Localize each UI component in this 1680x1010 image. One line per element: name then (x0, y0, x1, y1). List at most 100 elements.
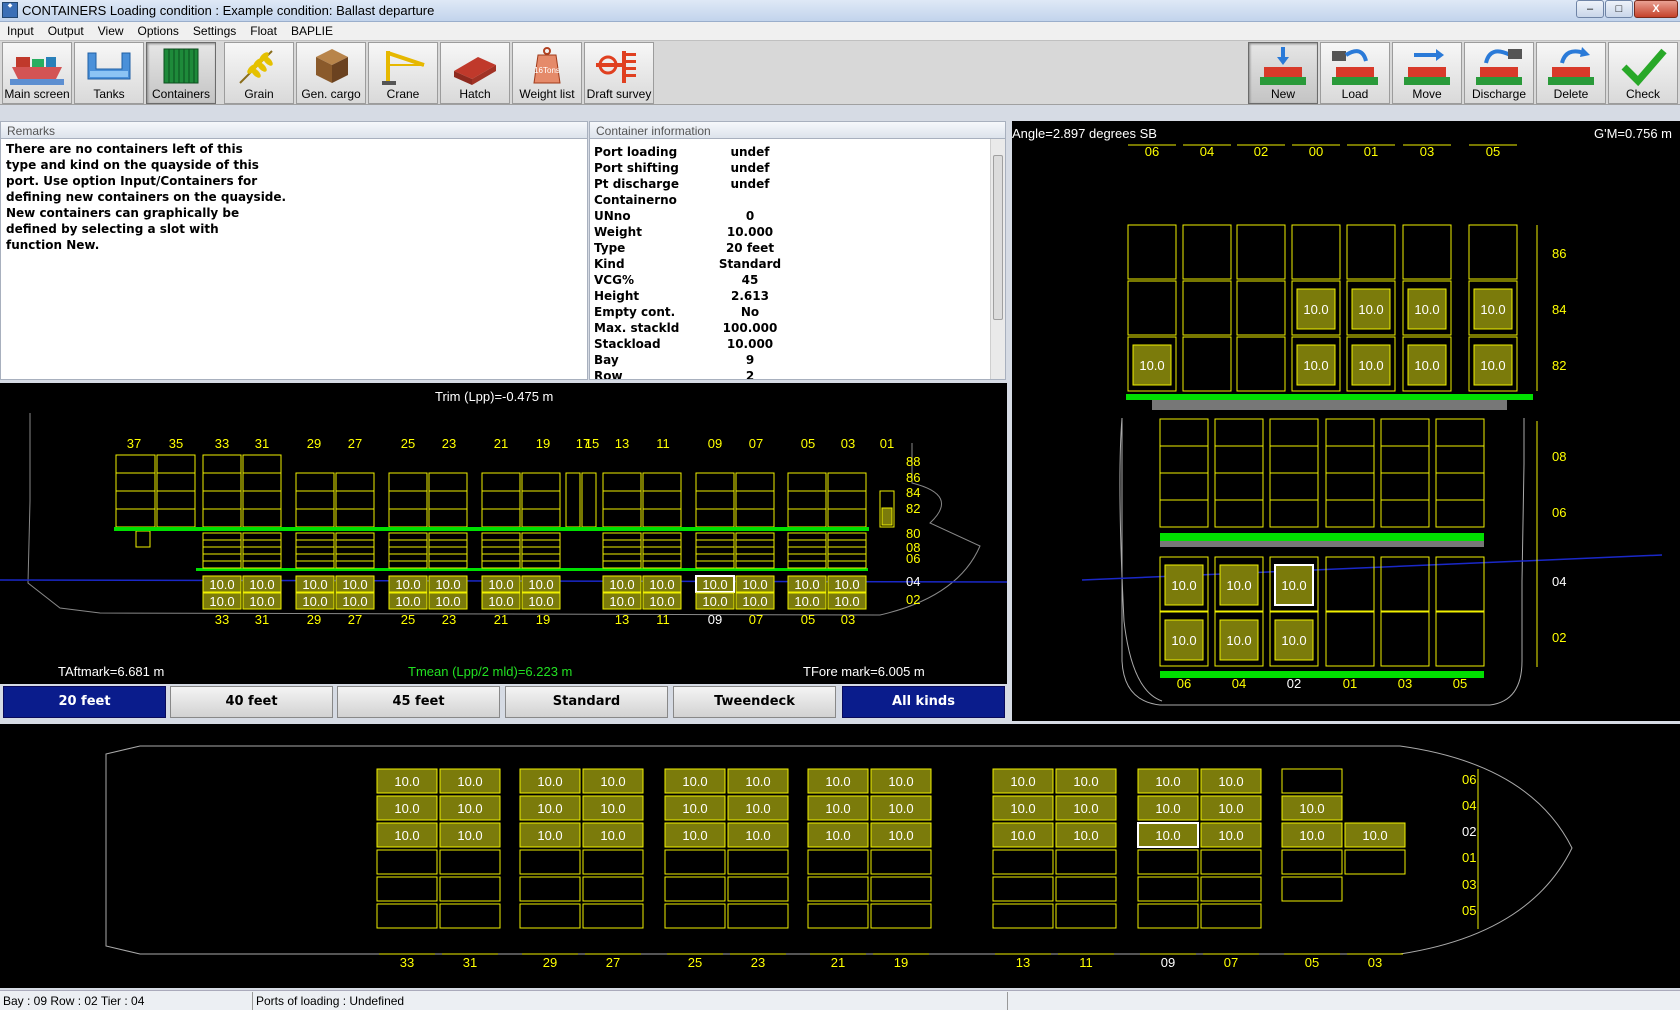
bay-label-top[interactable]: 31 (255, 436, 269, 451)
profile-slot[interactable] (295, 490, 335, 510)
tier-label[interactable]: 88 (906, 454, 920, 469)
check-button[interactable]: Check (1608, 42, 1678, 104)
profile-slot[interactable] (695, 490, 735, 510)
plan-bay-label[interactable]: 23 (751, 955, 765, 970)
profile-slot[interactable] (335, 490, 375, 510)
profile-slot[interactable] (521, 508, 561, 528)
menu-input[interactable]: Input (0, 24, 41, 38)
info-scrollbar[interactable] (990, 139, 1005, 379)
bay-label-bottom[interactable]: 33 (215, 612, 229, 627)
profile-slot[interactable] (521, 472, 561, 492)
profile-slot[interactable] (295, 472, 335, 492)
filter-tweendeck[interactable]: Tweendeck (673, 686, 836, 718)
plan-slot[interactable] (439, 849, 501, 875)
close-button[interactable]: X (1634, 0, 1678, 18)
row-label-bottom[interactable]: 06 (1177, 676, 1191, 691)
plan-bay-label[interactable]: 33 (400, 955, 414, 970)
plan-slot[interactable] (376, 903, 438, 929)
plan-slot[interactable] (992, 849, 1054, 875)
plan-slot[interactable] (1344, 849, 1406, 875)
maximize-button[interactable]: □ (1605, 0, 1633, 18)
weight-list-button[interactable]: 16Tons Weight list (512, 42, 582, 104)
plan-slot[interactable] (439, 903, 501, 929)
profile-slot[interactable] (481, 490, 521, 510)
profile-slot[interactable] (115, 454, 156, 474)
plan-bay-label[interactable]: 07 (1224, 955, 1238, 970)
bay-label-bottom[interactable]: 11 (656, 612, 670, 627)
plan-slot[interactable] (519, 849, 581, 875)
profile-slot[interactable] (602, 508, 642, 528)
plan-slot[interactable] (664, 849, 726, 875)
profile-slot[interactable] (156, 490, 196, 510)
profile-slot[interactable] (242, 472, 282, 492)
profile-slot[interactable] (115, 490, 156, 510)
profile-slot[interactable] (827, 472, 867, 492)
bay-slot[interactable] (1380, 611, 1430, 667)
bay-slot[interactable] (1236, 336, 1286, 392)
profile-slot[interactable] (787, 472, 827, 492)
profile-slot[interactable] (242, 454, 282, 474)
plan-slot[interactable] (664, 876, 726, 902)
bay-label-top[interactable]: 27 (348, 436, 362, 451)
plan-bay-label[interactable]: 27 (606, 955, 620, 970)
profile-slot[interactable] (388, 490, 428, 510)
plan-bay-label[interactable]: 03 (1368, 955, 1382, 970)
plan-slot[interactable] (870, 903, 932, 929)
tier-label[interactable]: 08 (1552, 449, 1566, 464)
profile-slot[interactable] (295, 508, 335, 528)
draft-survey-button[interactable]: Draft survey (584, 42, 654, 104)
profile-slot[interactable] (428, 508, 468, 528)
row-label-top[interactable]: 04 (1200, 144, 1214, 159)
profile-slot[interactable] (521, 490, 561, 510)
plan-row-label[interactable]: 06 (1462, 772, 1476, 787)
plan-slot[interactable] (519, 876, 581, 902)
bay-slot[interactable] (1182, 280, 1232, 336)
bay-label-top[interactable]: 07 (749, 436, 763, 451)
menu-float[interactable]: Float (243, 24, 284, 38)
plan-slot[interactable] (1281, 768, 1343, 794)
plan-slot[interactable] (870, 849, 932, 875)
bay-label-top[interactable]: 15 (585, 436, 599, 451)
bay-label-bottom[interactable]: 07 (749, 612, 763, 627)
bay-slot[interactable] (1127, 224, 1177, 280)
bay-label-top[interactable]: 01 (880, 436, 894, 451)
plan-slot[interactable] (376, 849, 438, 875)
row-label-bottom[interactable]: 05 (1453, 676, 1467, 691)
profile-slot[interactable] (242, 508, 282, 528)
containers-button[interactable]: Containers (146, 42, 216, 104)
filter-20-feet[interactable]: 20 feet (3, 686, 166, 718)
bay-slot[interactable] (1236, 280, 1286, 336)
bay-label-bottom[interactable]: 13 (615, 612, 629, 627)
plan-slot[interactable] (807, 849, 869, 875)
menu-settings[interactable]: Settings (186, 24, 243, 38)
bay-label-top[interactable]: 25 (401, 436, 415, 451)
profile-slot[interactable] (202, 490, 242, 510)
tier-label[interactable]: 82 (906, 501, 920, 516)
plan-bay-label[interactable]: 11 (1079, 955, 1093, 970)
tier-label[interactable]: 02 (1552, 630, 1566, 645)
bay-slot[interactable] (1325, 611, 1375, 667)
crane-button[interactable]: Crane (368, 42, 438, 104)
menu-view[interactable]: View (91, 24, 131, 38)
bay-label-top[interactable]: 19 (536, 436, 550, 451)
tier-label[interactable]: 80 (906, 526, 920, 541)
gen-cargo-button[interactable]: Gen. cargo (296, 42, 366, 104)
row-label-top[interactable]: 06 (1145, 144, 1159, 159)
profile-slot[interactable] (335, 472, 375, 492)
grain-button[interactable]: Grain (224, 42, 294, 104)
filter-standard[interactable]: Standard (505, 686, 668, 718)
profile-slot[interactable] (242, 490, 282, 510)
filter-all-kinds[interactable]: All kinds (842, 686, 1005, 718)
main-screen-button[interactable]: Main screen (2, 42, 72, 104)
plan-slot[interactable] (1137, 876, 1199, 902)
profile-slot[interactable] (335, 508, 375, 528)
row-label-bottom[interactable]: 02 (1287, 676, 1301, 691)
bay-label-top[interactable]: 37 (127, 436, 141, 451)
tier-label[interactable]: 84 (906, 485, 920, 500)
bay-label-bottom[interactable]: 03 (841, 612, 855, 627)
plan-slot[interactable] (727, 849, 789, 875)
bay-slot[interactable] (1182, 224, 1232, 280)
bay-section-view[interactable]: Angle=2.897 degrees SB G'M=0.756 m 06 04 0… (1012, 121, 1680, 721)
bay-slot[interactable] (1468, 224, 1518, 280)
profile-slot[interactable] (388, 472, 428, 492)
